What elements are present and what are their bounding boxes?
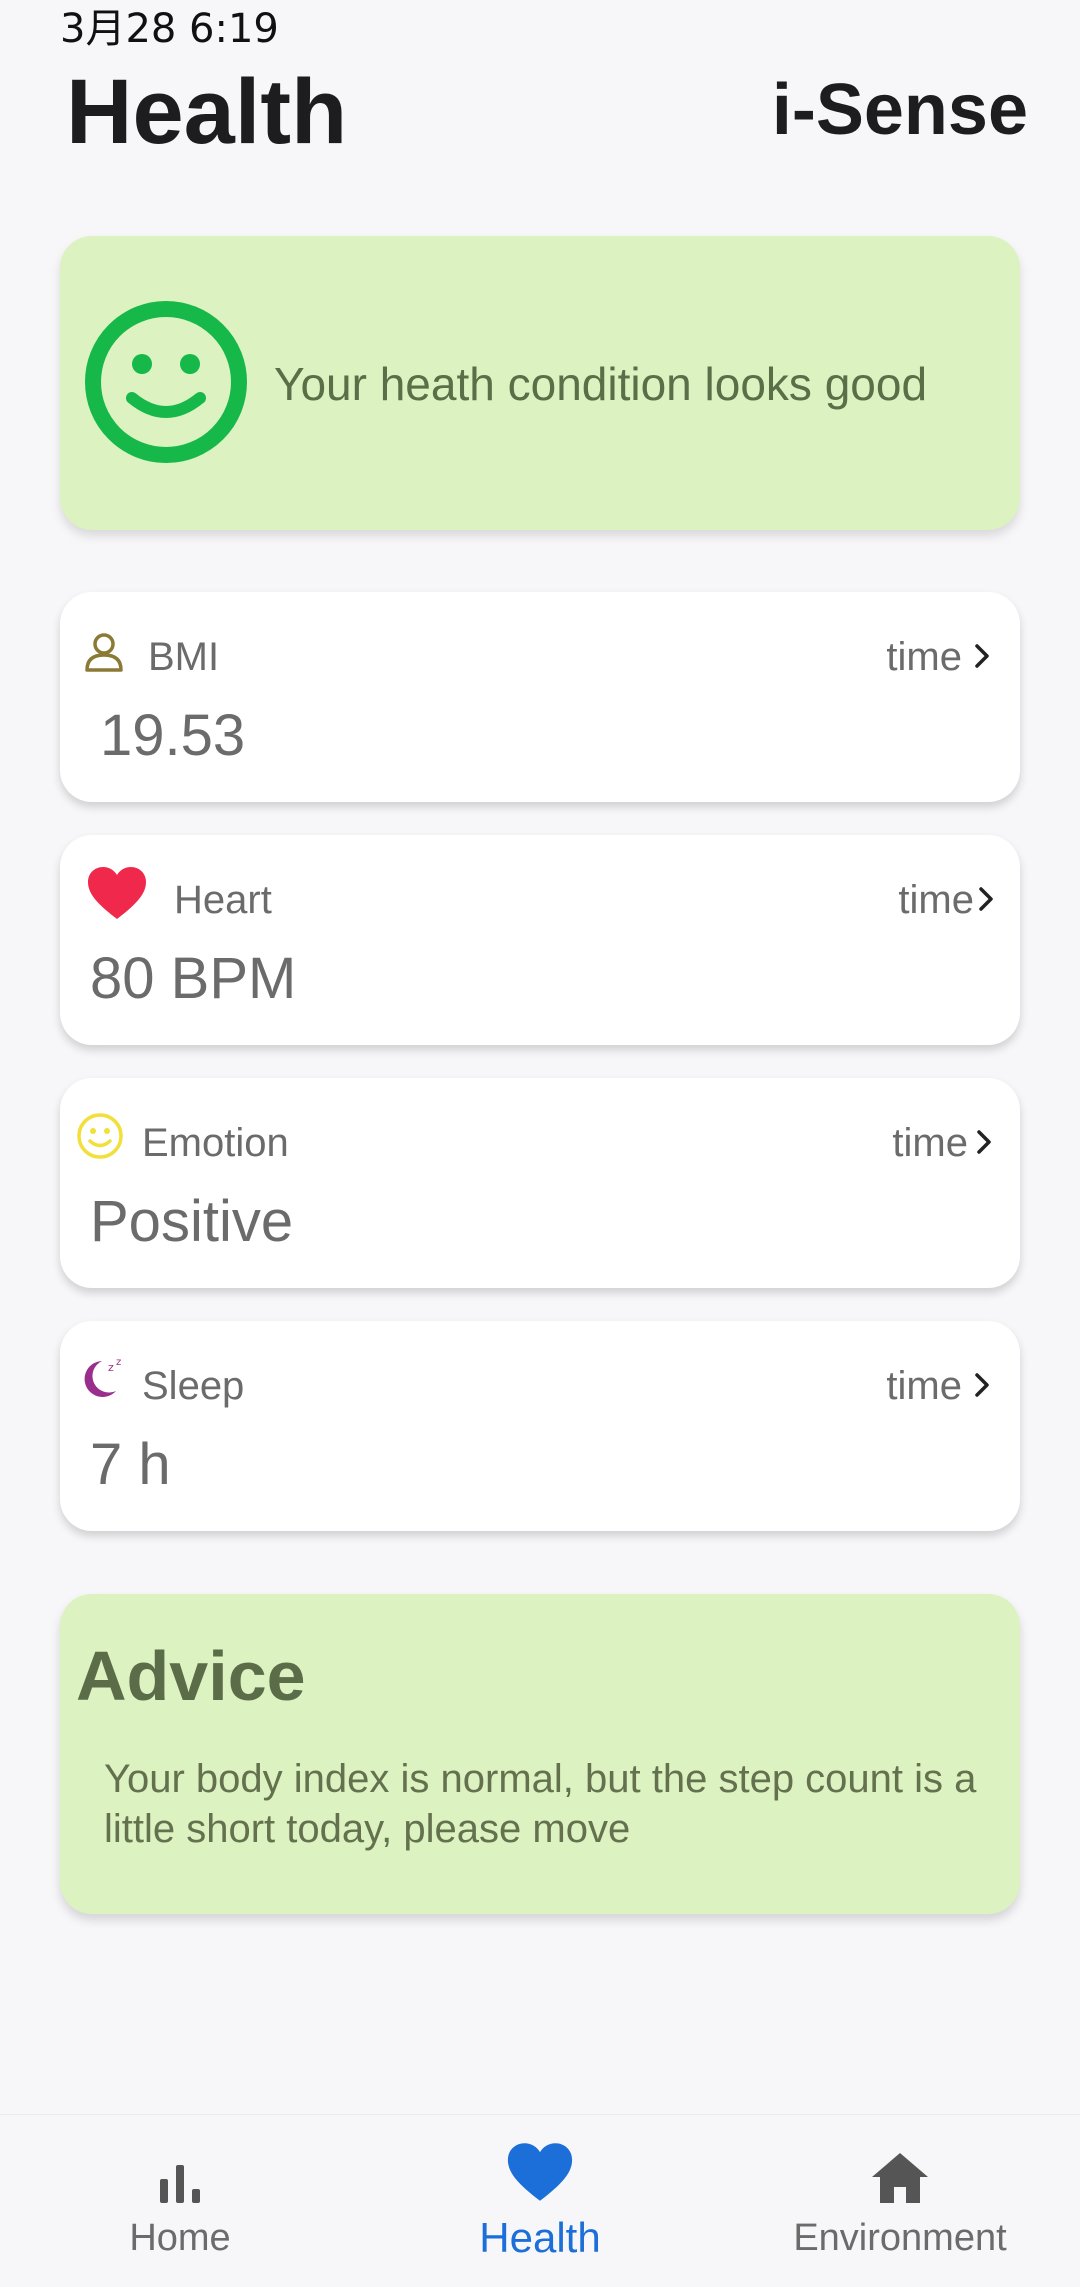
- sleep-moon-icon: z z: [84, 1357, 121, 1397]
- person-icon: [85, 633, 123, 672]
- chevron-right-icon[interactable]: [976, 879, 998, 919]
- heart-icon: [507, 2143, 573, 2201]
- tab-environment-label: Environment: [793, 2217, 1007, 2259]
- brand-name: i-Sense: [771, 70, 1028, 150]
- advice-text: Your body index is normal, but the step …: [104, 1757, 977, 1851]
- house-icon: [872, 2153, 928, 2203]
- advice-title: Advice: [76, 1637, 306, 1715]
- bottom-tab-bar: Home Health Environment: [0, 2114, 1080, 2287]
- heart-card[interactable]: Heart time 80 BPM: [60, 835, 1020, 1045]
- bmi-label: BMI: [148, 635, 220, 679]
- emotion-card[interactable]: Emotion time Positive: [60, 1078, 1020, 1288]
- sleep-label: Sleep: [142, 1364, 245, 1408]
- emotion-label: Emotion: [142, 1121, 289, 1165]
- heart-icon: [88, 867, 146, 919]
- tab-home[interactable]: Home: [0, 2115, 360, 2287]
- smile-face-icon: [85, 301, 247, 463]
- emotion-value: Positive: [90, 1189, 294, 1254]
- tab-health-label: Health: [479, 2214, 601, 2261]
- heart-label: Heart: [174, 878, 272, 922]
- sleep-card[interactable]: z z Sleep time 7 h: [60, 1321, 1020, 1531]
- chevron-right-icon[interactable]: [972, 1365, 994, 1405]
- svg-text:z: z: [108, 1361, 114, 1374]
- bmi-value: 19.53: [100, 703, 246, 768]
- chevron-right-icon[interactable]: [974, 1122, 996, 1162]
- tab-health[interactable]: Health: [360, 2115, 720, 2287]
- status-bar-time: 3月28 6:19: [60, 6, 279, 52]
- emotion-smile-icon: [77, 1113, 123, 1159]
- health-status-message: Your heath condition looks good: [274, 358, 928, 410]
- chevron-right-icon[interactable]: [972, 636, 994, 676]
- svg-text:z: z: [116, 1357, 121, 1368]
- page-title: Health: [66, 61, 348, 163]
- sleep-time-link[interactable]: time: [886, 1361, 962, 1411]
- heart-value: 80 BPM: [90, 946, 297, 1011]
- heart-time-link[interactable]: time: [898, 875, 974, 925]
- health-status-card: Your heath condition looks good: [60, 236, 1020, 530]
- sleep-value: 7 h: [90, 1432, 171, 1497]
- bmi-card[interactable]: BMI time 19.53: [60, 592, 1020, 802]
- advice-card: Advice Your body index is normal, but th…: [60, 1594, 1020, 1914]
- bar-chart-icon: [160, 2165, 200, 2203]
- tab-environment[interactable]: Environment: [720, 2115, 1080, 2287]
- emotion-time-link[interactable]: time: [892, 1118, 968, 1168]
- bmi-time-link[interactable]: time: [886, 632, 962, 682]
- tab-home-label: Home: [129, 2217, 231, 2259]
